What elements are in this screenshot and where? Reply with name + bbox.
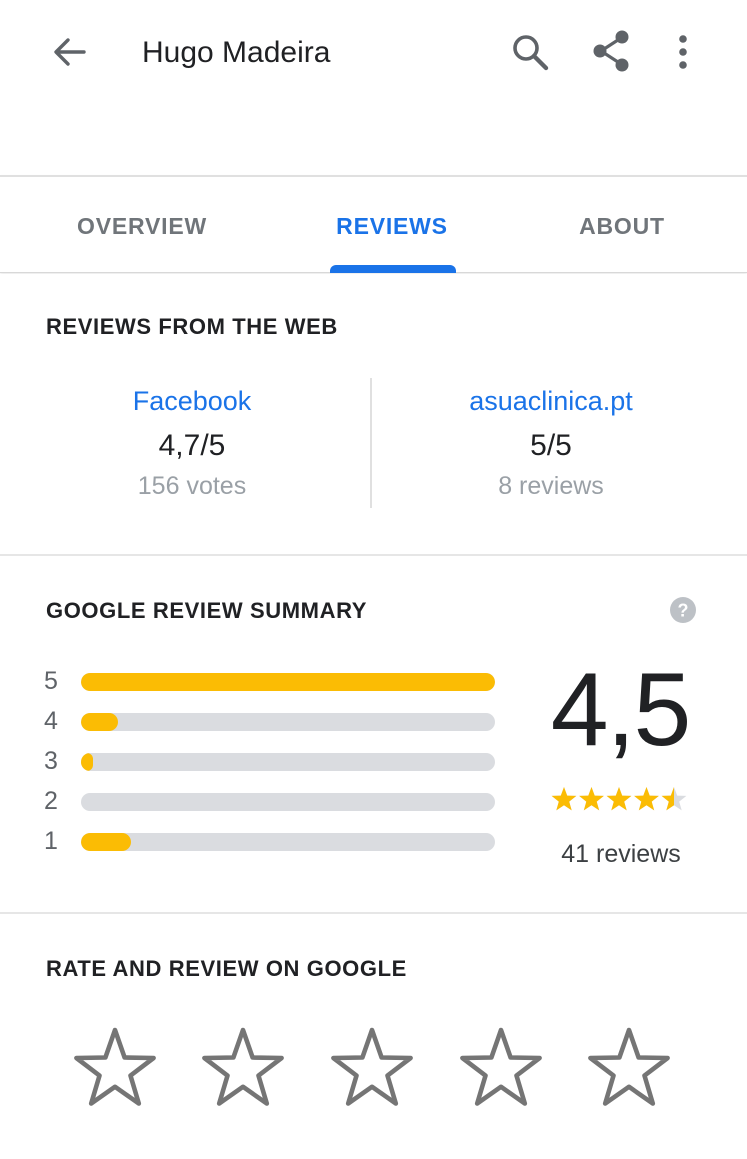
more-vert-icon[interactable] bbox=[662, 30, 704, 74]
source-count: 8 reviews bbox=[498, 472, 604, 500]
rating-bar-label: 3 bbox=[44, 747, 58, 775]
rating-star bbox=[606, 787, 632, 811]
rating-bar-label: 5 bbox=[44, 667, 58, 695]
rating-star bbox=[551, 787, 577, 811]
tab-reviews[interactable]: REVIEWS bbox=[292, 211, 492, 241]
section-title: GOOGLE REVIEW SUMMARY bbox=[46, 598, 368, 623]
rating-bar-fill bbox=[81, 753, 94, 771]
svg-text:?: ? bbox=[678, 601, 689, 621]
search-icon[interactable] bbox=[508, 30, 552, 74]
tab-bar: OVERVIEW REVIEWS ABOUT bbox=[0, 175, 747, 273]
rating-bar-track bbox=[81, 793, 495, 811]
web-reviews-section: REVIEWS FROM THE WEB Facebook 4,7/5 156 … bbox=[0, 274, 747, 556]
review-count[interactable]: 41 reviews bbox=[540, 840, 702, 869]
help-icon[interactable]: ? bbox=[669, 596, 697, 624]
star-outline-icon[interactable] bbox=[200, 1026, 286, 1108]
rating-bar-label: 1 bbox=[44, 827, 58, 855]
share-icon[interactable] bbox=[588, 28, 634, 74]
star-outline-icon[interactable] bbox=[329, 1026, 415, 1108]
rating-star bbox=[579, 787, 604, 811]
rating-bar-fill bbox=[81, 673, 495, 691]
divider bbox=[370, 378, 372, 508]
rating-bar-track bbox=[81, 713, 495, 731]
rating-bar-row: 5 bbox=[44, 667, 504, 695]
rating-star bbox=[661, 787, 687, 811]
web-review-source[interactable]: asuaclinica.pt 5/5 8 reviews bbox=[401, 384, 701, 502]
average-rating: 4,5 bbox=[550, 652, 692, 768]
section-title: RATE AND REVIEW ON GOOGLE bbox=[46, 956, 407, 981]
active-tab-indicator bbox=[330, 265, 456, 273]
source-link[interactable]: Facebook bbox=[42, 384, 342, 418]
rate-review-section: RATE AND REVIEW ON GOOGLE bbox=[0, 916, 747, 1159]
rating-bar-fill bbox=[81, 713, 119, 731]
rating-bar-row: 1 bbox=[44, 827, 504, 855]
tab-about[interactable]: ABOUT bbox=[522, 211, 722, 241]
source-count: 156 votes bbox=[137, 472, 247, 500]
source-score: 5/5 bbox=[530, 429, 572, 462]
rating-bar-row: 2 bbox=[44, 787, 504, 815]
star-outline-icon[interactable] bbox=[586, 1026, 672, 1108]
rating-bar-fill bbox=[81, 833, 131, 851]
rating-bar-track bbox=[81, 753, 495, 771]
star-outline-icon[interactable] bbox=[458, 1026, 544, 1108]
arrow-back-icon[interactable] bbox=[48, 30, 92, 74]
star-outline-icon[interactable] bbox=[72, 1026, 158, 1108]
web-review-source[interactable]: Facebook 4,7/5 156 votes bbox=[42, 384, 342, 502]
rating-bar-label: 4 bbox=[44, 707, 58, 735]
rating-bar-track bbox=[81, 673, 495, 691]
source-score: 4,7/5 bbox=[158, 429, 226, 462]
tab-overview[interactable]: OVERVIEW bbox=[42, 211, 242, 241]
rating-bar-label: 2 bbox=[44, 787, 58, 815]
rating-bar-track bbox=[81, 833, 495, 851]
star-rating bbox=[551, 787, 687, 811]
app-bar: Hugo Madeira bbox=[0, 0, 747, 176]
rating-bar-row: 3 bbox=[44, 747, 504, 775]
rating-star bbox=[634, 787, 659, 811]
section-title: REVIEWS FROM THE WEB bbox=[46, 314, 338, 339]
rating-bar-row: 4 bbox=[44, 707, 504, 735]
source-link[interactable]: asuaclinica.pt bbox=[401, 384, 701, 418]
page-title: Hugo Madeira bbox=[142, 36, 331, 69]
review-summary-section: GOOGLE REVIEW SUMMARY ? 5 4 3 2 1 4,5 41… bbox=[0, 558, 747, 914]
